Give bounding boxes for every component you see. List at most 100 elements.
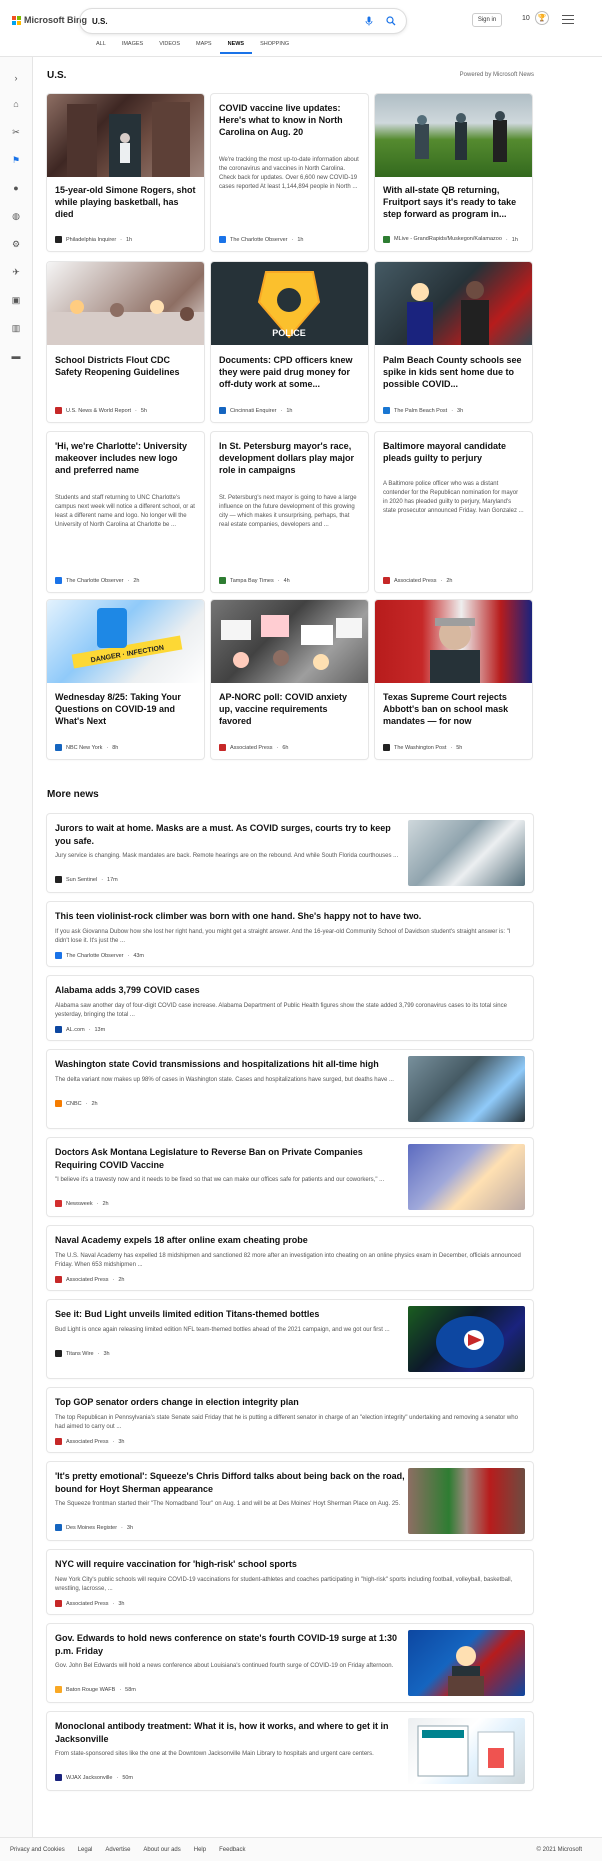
tab-news[interactable]: NEWS: [219, 39, 253, 54]
card-title[interactable]: COVID vaccine live updates: Here's what …: [219, 102, 360, 138]
list-item-title[interactable]: 'It's pretty emotional': Squeeze's Chris…: [55, 1470, 405, 1496]
list-item-title[interactable]: Gov. Edwards to hold news conference on …: [55, 1632, 405, 1658]
news-card[interactable]: School Districts Flout CDC Safety Reopen…: [47, 262, 204, 422]
list-item-title[interactable]: Jurors to wait at home. Masks are a must…: [55, 822, 405, 848]
news-card[interactable]: 'Hi, we're Charlotte': University makeov…: [47, 432, 204, 592]
search-box[interactable]: U.S.: [80, 9, 406, 33]
trending-icon[interactable]: ✂: [11, 127, 21, 137]
search-input[interactable]: U.S.: [92, 17, 362, 26]
list-item-title[interactable]: NYC will require vaccination for 'high-r…: [55, 1558, 525, 1571]
tab-shopping[interactable]: SHOPPING: [252, 39, 297, 54]
list-item[interactable]: Doctors Ask Montana Legislature to Rever…: [47, 1138, 533, 1216]
rewards-trophy-icon[interactable]: 🏆: [535, 11, 549, 25]
list-item-source[interactable]: Baton Rouge WAFB · 58m: [55, 1686, 136, 1693]
card-source[interactable]: The Charlotte Observer · 2h: [55, 577, 139, 584]
news-card[interactable]: 15-year-old Simone Rogers, shot while pl…: [47, 94, 204, 251]
hamburger-menu-icon[interactable]: [562, 15, 574, 27]
list-item-source[interactable]: Associated Press · 3h: [55, 1600, 124, 1607]
card-source[interactable]: NBC New York · 8h: [55, 744, 118, 751]
tab-images[interactable]: IMAGES: [114, 39, 151, 54]
list-item[interactable]: Naval Academy expels 18 after online exa…: [47, 1226, 533, 1290]
list-item-source[interactable]: The Charlotte Observer · 43m: [55, 952, 144, 959]
news-card[interactable]: DANGER · INFECTION Wednesday 8/25: Takin…: [47, 600, 204, 759]
entertainment-icon[interactable]: ▣: [11, 295, 21, 305]
list-item-title[interactable]: This teen violinist-rock climber was bor…: [55, 910, 525, 923]
card-source[interactable]: Associated Press · 2h: [383, 577, 452, 584]
footer-link-help[interactable]: Help: [194, 1847, 206, 1853]
card-title[interactable]: 15-year-old Simone Rogers, shot while pl…: [55, 184, 196, 220]
card-source[interactable]: MLive - GrandRapids/Muskegon/Kalamazoo · 1…: [383, 236, 518, 243]
location-icon[interactable]: ●: [11, 183, 21, 193]
card-source[interactable]: Philadelphia Inquirer · 1h: [55, 236, 132, 243]
card-source[interactable]: Associated Press · 6h: [219, 744, 288, 751]
tab-all[interactable]: ALL: [88, 39, 114, 54]
list-item-title[interactable]: Naval Academy expels 18 after online exa…: [55, 1234, 525, 1247]
list-item-title[interactable]: See it: Bud Light unveils limited editio…: [55, 1308, 405, 1321]
news-card[interactable]: Baltimore mayoral candidate pleads guilt…: [375, 432, 532, 592]
list-item[interactable]: 'It's pretty emotional': Squeeze's Chris…: [47, 1462, 533, 1540]
list-item-source[interactable]: Sun Sentinel · 17m: [55, 876, 118, 883]
collapse-rail-icon[interactable]: ›: [11, 73, 21, 83]
search-icon[interactable]: [384, 14, 398, 28]
list-item-source[interactable]: CNBC · 2h: [55, 1100, 98, 1107]
list-item[interactable]: Monoclonal antibody treatment: What it i…: [47, 1712, 533, 1790]
card-title[interactable]: In St. Petersburg mayor's race, developm…: [219, 440, 360, 476]
bing-logo[interactable]: Microsoft Bing: [12, 15, 87, 25]
list-item[interactable]: Jurors to wait at home. Masks are a must…: [47, 814, 533, 892]
sports-icon[interactable]: ⚙: [11, 239, 21, 249]
card-source[interactable]: Cincinnati Enquirer · 1h: [219, 407, 292, 414]
card-title[interactable]: Baltimore mayoral candidate pleads guilt…: [383, 440, 524, 464]
card-title[interactable]: AP-NORC poll: COVID anxiety up, vaccine …: [219, 691, 360, 727]
footer-link-advertise[interactable]: Advertise: [105, 1847, 130, 1853]
list-item-source[interactable]: Des Moines Register · 3h: [55, 1524, 133, 1531]
list-item-source[interactable]: AL.com · 13m: [55, 1026, 105, 1033]
card-title[interactable]: Wednesday 8/25: Taking Your Questions on…: [55, 691, 196, 727]
news-card[interactable]: With all-state QB returning, Fruitport s…: [375, 94, 532, 251]
tab-videos[interactable]: VIDEOS: [151, 39, 188, 54]
list-item[interactable]: This teen violinist-rock climber was bor…: [47, 902, 533, 966]
list-item-title[interactable]: Top GOP senator orders change in electio…: [55, 1396, 525, 1409]
microphone-icon[interactable]: [362, 14, 376, 28]
list-item[interactable]: NYC will require vaccination for 'high-r…: [47, 1550, 533, 1614]
list-item-title[interactable]: Alabama adds 3,799 COVID cases: [55, 984, 525, 997]
card-title[interactable]: Texas Supreme Court rejects Abbott's ban…: [383, 691, 524, 727]
card-source[interactable]: The Palm Beach Post · 3h: [383, 407, 463, 414]
news-card[interactable]: AP-NORC poll: COVID anxiety up, vaccine …: [211, 600, 368, 759]
list-item-source[interactable]: WJAX Jacksonville · 50m: [55, 1774, 133, 1781]
card-source[interactable]: The Charlotte Observer · 1h: [219, 236, 303, 243]
world-icon[interactable]: ◍: [11, 211, 21, 221]
list-item-source[interactable]: Newsweek · 2h: [55, 1200, 109, 1207]
card-source[interactable]: U.S. News & World Report · 5h: [55, 407, 147, 414]
tab-maps[interactable]: MAPS: [188, 39, 220, 54]
list-item-title[interactable]: Monoclonal antibody treatment: What it i…: [55, 1720, 405, 1746]
card-title[interactable]: With all-state QB returning, Fruitport s…: [383, 184, 524, 220]
card-title[interactable]: Palm Beach County schools see spike in k…: [383, 354, 524, 390]
list-item-source[interactable]: Associated Press · 2h: [55, 1276, 124, 1283]
home-icon[interactable]: ⌂: [11, 99, 21, 109]
footer-link-feedback[interactable]: Feedback: [219, 1847, 245, 1853]
list-item[interactable]: Top GOP senator orders change in electio…: [47, 1388, 533, 1452]
business-icon[interactable]: ▬: [11, 351, 21, 361]
list-item-source[interactable]: Titans Wire · 3h: [55, 1350, 110, 1357]
science-icon[interactable]: ✈: [11, 267, 21, 277]
card-title[interactable]: Documents: CPD officers knew they were p…: [219, 354, 360, 390]
news-card[interactable]: Palm Beach County schools see spike in k…: [375, 262, 532, 422]
card-title[interactable]: School Districts Flout CDC Safety Reopen…: [55, 354, 196, 378]
card-title[interactable]: 'Hi, we're Charlotte': University makeov…: [55, 440, 196, 476]
footer-link-privacy[interactable]: Privacy and Cookies: [10, 1847, 65, 1853]
list-item-title[interactable]: Doctors Ask Montana Legislature to Rever…: [55, 1146, 405, 1172]
list-item[interactable]: Alabama adds 3,799 COVID cases Alabama s…: [47, 976, 533, 1040]
news-card[interactable]: In St. Petersburg mayor's race, developm…: [211, 432, 368, 592]
list-item[interactable]: See it: Bud Light unveils limited editio…: [47, 1300, 533, 1378]
sign-in-button[interactable]: Sign in: [472, 13, 502, 27]
footer-link-legal[interactable]: Legal: [78, 1847, 93, 1853]
card-source[interactable]: The Washington Post · 5h: [383, 744, 462, 751]
list-item-title[interactable]: Washington state Covid transmissions and…: [55, 1058, 405, 1071]
news-card[interactable]: POLICE Documents: CPD officers knew they…: [211, 262, 368, 422]
list-item-source[interactable]: Associated Press · 3h: [55, 1438, 124, 1445]
politics-icon[interactable]: ▥: [11, 323, 21, 333]
news-card[interactable]: COVID vaccine live updates: Here's what …: [211, 94, 368, 251]
list-item[interactable]: Gov. Edwards to hold news conference on …: [47, 1624, 533, 1702]
footer-link-about-ads[interactable]: About our ads: [143, 1847, 180, 1853]
card-source[interactable]: Tampa Bay Times · 4h: [219, 577, 290, 584]
